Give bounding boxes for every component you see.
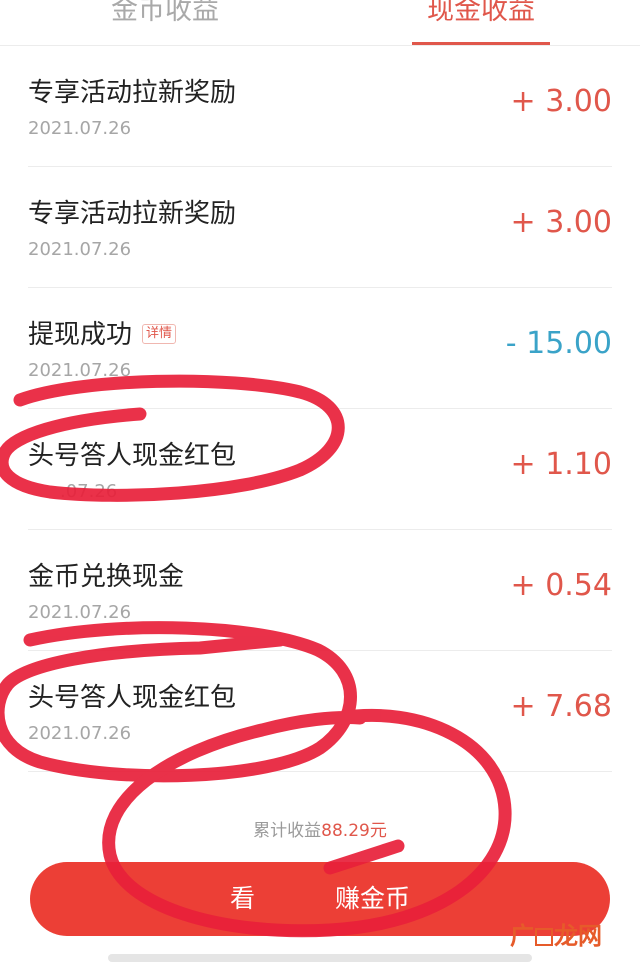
watermark-box-glyph bbox=[535, 928, 553, 946]
active-tab-indicator bbox=[412, 42, 550, 45]
watermark-text: 广 bbox=[510, 922, 534, 950]
divider bbox=[28, 771, 612, 772]
record-amount: - 15.00 bbox=[505, 326, 612, 361]
total-earnings: 累计收益88.29元 bbox=[0, 816, 640, 841]
record-amount: + 0.54 bbox=[510, 568, 612, 603]
detail-tag[interactable]: 详情 bbox=[142, 324, 177, 344]
list-item[interactable]: 金币兑换现金 2021.07.26 + 0.54 bbox=[0, 530, 640, 651]
total-earnings-label: 累计收益 bbox=[253, 821, 322, 841]
record-title: 专享活动拉新奖励 bbox=[28, 199, 237, 229]
total-earnings-value: 88.29元 bbox=[321, 821, 387, 841]
list-item[interactable]: 头号答人现金红包 .07.26 + 1.10 bbox=[0, 409, 640, 530]
record-date: 2021.07.26 bbox=[28, 239, 132, 260]
record-date: 2021.07.26 bbox=[28, 723, 132, 744]
earnings-list: 专享活动拉新奖励 2021.07.26 + 3.00 专享活动拉新奖励 2021… bbox=[0, 46, 640, 772]
tab-cash-earnings[interactable]: 现金收益 bbox=[412, 0, 550, 34]
list-item[interactable]: 头号答人现金红包 2021.07.26 + 7.68 bbox=[0, 651, 640, 772]
record-date: 2021.07.26 bbox=[28, 360, 132, 381]
record-title: 金币兑换现金 bbox=[28, 562, 185, 592]
record-date: .07.26 bbox=[60, 481, 118, 502]
record-title: 头号答人现金红包 bbox=[28, 441, 237, 471]
tab-bar: 金币收益 现金收益 bbox=[0, 0, 640, 46]
tab-coin-earnings[interactable]: 金币收益 bbox=[60, 0, 270, 34]
record-amount: + 7.68 bbox=[510, 689, 612, 724]
record-title: 专享活动拉新奖励 bbox=[28, 78, 237, 108]
site-watermark: 广龙网 bbox=[510, 916, 602, 951]
cta-label-part: 看 bbox=[229, 884, 255, 913]
list-item[interactable]: 专享活动拉新奖励 2021.07.26 + 3.00 bbox=[0, 167, 640, 288]
record-date: 2021.07.26 bbox=[28, 118, 132, 139]
record-title: 提现成功 bbox=[28, 320, 133, 350]
home-indicator bbox=[108, 954, 532, 962]
record-title-wrap: 提现成功 详情 bbox=[28, 314, 177, 351]
record-date: 2021.07.26 bbox=[28, 602, 132, 623]
record-amount: + 1.10 bbox=[510, 447, 612, 482]
record-amount: + 3.00 bbox=[510, 205, 612, 240]
list-item[interactable]: 提现成功 详情 2021.07.26 - 15.00 bbox=[0, 288, 640, 409]
list-item[interactable]: 专享活动拉新奖励 2021.07.26 + 3.00 bbox=[0, 46, 640, 167]
record-title: 头号答人现金红包 bbox=[28, 683, 237, 713]
watermark-text: 龙网 bbox=[554, 922, 602, 950]
cta-label-part: 赚金币 bbox=[335, 884, 411, 913]
record-amount: + 3.00 bbox=[510, 84, 612, 119]
